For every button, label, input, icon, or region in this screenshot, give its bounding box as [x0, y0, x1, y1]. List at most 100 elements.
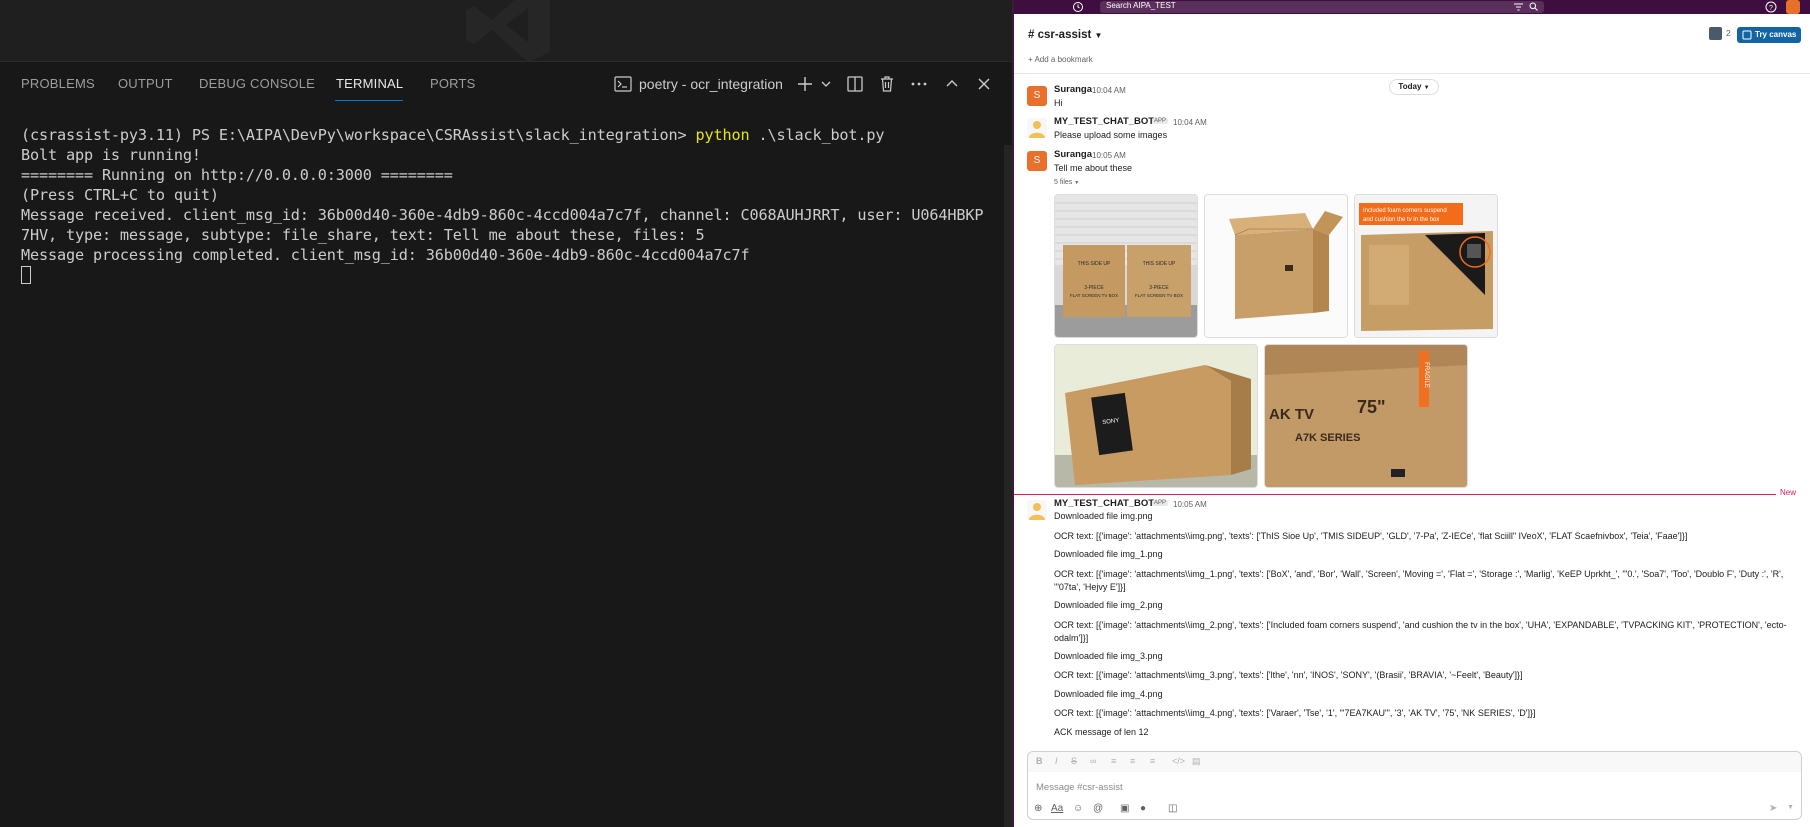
video-clip-icon[interactable]: ▣: [1120, 803, 1129, 814]
code-block-icon[interactable]: ▤: [1192, 756, 1201, 767]
message-composer[interactable]: B I S ∞ ≡ ≡ ≡ </> ▤ Message #csr-assist …: [1027, 751, 1802, 820]
chevron-down-icon[interactable]: ▼: [1787, 804, 1794, 811]
code-icon[interactable]: </>: [1172, 756, 1185, 766]
bot-avatar[interactable]: [1027, 118, 1047, 138]
send-icon[interactable]: ➤: [1769, 803, 1777, 814]
canvas-icon: [1742, 30, 1752, 40]
size-print: 75": [1357, 397, 1386, 417]
more-actions-icon[interactable]: [908, 73, 930, 95]
member-count[interactable]: 2: [1726, 28, 1731, 38]
avatar[interactable]: S: [1027, 86, 1047, 106]
emoji-icon[interactable]: ☺: [1073, 803, 1083, 814]
chevron-down-icon[interactable]: [815, 73, 837, 95]
chevron-down-icon: ▼: [1423, 85, 1430, 91]
message-sender[interactable]: Suranga: [1054, 149, 1092, 160]
message-text: Tell me about these: [1054, 163, 1133, 173]
add-bookmark-link[interactable]: + Add a bookmark: [1028, 55, 1093, 64]
terminal-line: (Press CTRL+C to quit): [21, 186, 219, 204]
tab-output[interactable]: OUTPUT: [118, 76, 173, 91]
packing-kit-photo: Included foam corners suspend and cushio…: [1355, 195, 1497, 337]
message-sender[interactable]: MY_TEST_CHAT_BOT: [1054, 116, 1154, 127]
mention-icon[interactable]: @: [1093, 803, 1103, 814]
date-divider-label: Today: [1398, 82, 1422, 91]
tab-debug-console[interactable]: DEBUG CONSOLE: [199, 76, 315, 91]
text-format-icon[interactable]: Aa: [1051, 803, 1063, 814]
try-canvas-label: Try canvas: [1755, 30, 1797, 39]
user-avatar[interactable]: [1786, 0, 1800, 14]
microphone-icon[interactable]: ●: [1140, 803, 1146, 814]
maximize-panel-icon[interactable]: [941, 73, 963, 95]
new-terminal-icon[interactable]: [794, 73, 816, 95]
vscode-watermark-icon: [466, 0, 550, 62]
series-print: A7K SERIES: [1295, 432, 1360, 444]
trash-icon[interactable]: [876, 73, 898, 95]
members-avatar-icon[interactable]: [1709, 27, 1722, 40]
svg-text:?: ?: [1769, 5, 1773, 12]
history-icon[interactable]: [1072, 1, 1084, 13]
message-sender[interactable]: Suranga: [1054, 84, 1092, 95]
terminal-name[interactable]: poetry - ocr_integration: [639, 76, 783, 92]
files-toggle[interactable]: 5 files ▼: [1054, 179, 1079, 186]
files-count-label: 5 files: [1054, 179, 1073, 186]
bot-line: OCR text: [{'image': 'attachments\\img_4…: [1054, 708, 1536, 718]
image-attachment[interactable]: [1204, 194, 1348, 338]
message-sender[interactable]: MY_TEST_CHAT_BOT: [1054, 498, 1154, 509]
image-attachment[interactable]: Included foam corners suspend and cushio…: [1354, 194, 1498, 338]
vscode-window: PROBLEMS OUTPUT DEBUG CONSOLE TERMINAL P…: [0, 0, 1012, 827]
box-print: FLAT SCREEN TV BOX: [1135, 293, 1183, 298]
terminal-icon: [614, 76, 632, 92]
avatar[interactable]: S: [1027, 151, 1047, 171]
image-attachment[interactable]: FRAGILE AK TV 75" A7K SERIES: [1264, 344, 1468, 488]
box-print: THIS SIDE UP: [1078, 261, 1111, 267]
bulleted-list-icon[interactable]: ≡: [1130, 756, 1135, 766]
terminal-line: 7HV, type: message, subtype: file_share,…: [21, 226, 705, 244]
strikethrough-icon[interactable]: S: [1071, 756, 1077, 766]
close-panel-icon[interactable]: [973, 73, 995, 95]
link-icon[interactable]: ∞: [1090, 756, 1096, 766]
tab-ports[interactable]: PORTS: [430, 76, 476, 91]
slack-top-bar: Search AIPA_TEST ?: [1014, 0, 1810, 14]
tab-problems[interactable]: PROBLEMS: [21, 76, 95, 91]
tab-terminal[interactable]: TERMINAL: [336, 76, 403, 91]
attach-plus-icon[interactable]: ⊕: [1034, 803, 1042, 814]
message-time[interactable]: 10:04 AM: [1092, 86, 1126, 95]
bot-line: OCR text: [{'image': 'attachments\\img.p…: [1054, 531, 1688, 541]
bot-avatar[interactable]: [1027, 500, 1047, 520]
message-input[interactable]: Message #csr-assist: [1036, 782, 1123, 793]
search-bar[interactable]: Search AIPA_TEST: [1100, 1, 1544, 13]
image-attachment[interactable]: SONY: [1054, 344, 1258, 488]
message-time[interactable]: 10:05 AM: [1173, 500, 1207, 509]
editor-area[interactable]: [0, 0, 1012, 62]
date-divider-today[interactable]: Today ▼: [1389, 79, 1439, 95]
terminal-line: ======== Running on http://0.0.0.0:3000 …: [21, 166, 453, 184]
ak-tv-box-photo: FRAGILE AK TV 75" A7K SERIES: [1265, 345, 1467, 487]
app-badge: APP: [1152, 500, 1169, 506]
bold-icon[interactable]: B: [1036, 756, 1043, 766]
new-messages-label: New: [1780, 488, 1797, 497]
shortcuts-icon[interactable]: ◫: [1168, 803, 1177, 814]
box-print: FLAT SCREEN TV BOX: [1070, 293, 1118, 298]
message-time[interactable]: 10:05 AM: [1092, 151, 1126, 160]
message-time[interactable]: 10:04 AM: [1173, 118, 1207, 127]
help-icon[interactable]: ?: [1765, 1, 1777, 13]
ordered-list-icon[interactable]: ≡: [1111, 756, 1116, 766]
channel-name[interactable]: # csr-assist ▼: [1028, 29, 1102, 41]
bot-line: Downloaded file img_1.png: [1054, 549, 1163, 559]
chevron-down-icon: ▼: [1074, 180, 1080, 186]
filter-icon[interactable]: [1514, 3, 1523, 11]
callout-text: and cushion the tv in the box: [1363, 217, 1439, 223]
italic-icon[interactable]: I: [1055, 756, 1058, 766]
terminal-command-args: .\slack_bot.py: [749, 126, 885, 144]
active-tab-indicator: [335, 100, 403, 101]
channel-header: # csr-assist ▼ + Add a bookmark 2 Try ca…: [1014, 14, 1810, 74]
image-attachment[interactable]: THIS SIDE UP 3-PIECE FLAT SCREEN TV BOX …: [1054, 194, 1198, 338]
box-print: THIS SIDE UP: [1143, 261, 1176, 267]
search-icon[interactable]: [1529, 2, 1538, 11]
blockquote-icon[interactable]: ≡: [1150, 756, 1155, 766]
formatting-toolbar: B I S ∞ ≡ ≡ ≡ </> ▤: [1028, 752, 1801, 772]
terminal-line: Message processing completed. client_msg…: [21, 246, 750, 264]
box-print: 3-PIECE: [1149, 285, 1169, 291]
split-terminal-icon[interactable]: [844, 73, 866, 95]
terminal-scrollbar[interactable]: [1004, 145, 1012, 827]
bot-line: Downloaded file img.png: [1054, 511, 1153, 521]
